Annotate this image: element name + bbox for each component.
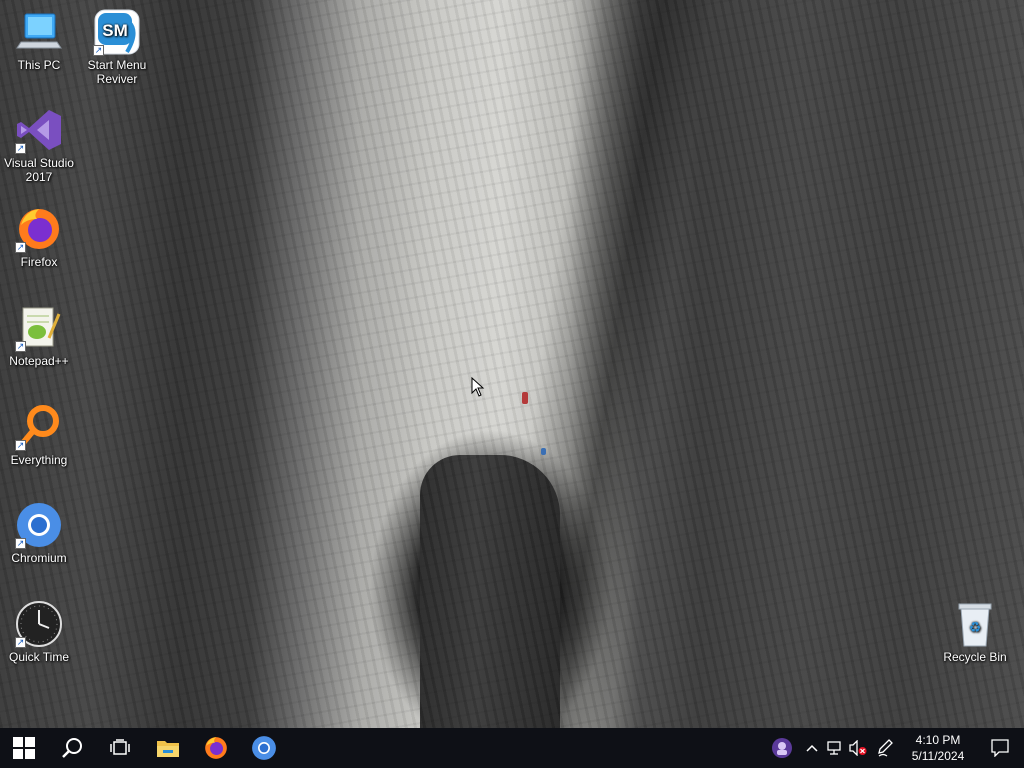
chromium-icon: [252, 736, 276, 760]
start-menu-reviver-badge: SM: [102, 21, 128, 40]
pen-icon: [878, 739, 893, 757]
wallpaper-climber: [541, 448, 546, 455]
app-tray-icon: [772, 738, 792, 758]
taskbar-clock[interactable]: 4:10 PM 5/11/2024: [900, 732, 976, 764]
shortcut-arrow-icon: ↗: [93, 45, 104, 56]
desktop-icon-label: Start Menu Reviver: [87, 58, 147, 86]
shortcut-arrow-icon: ↗: [15, 242, 26, 253]
shortcut-arrow-icon: ↗: [15, 637, 26, 648]
wallpaper-rock-texture: [0, 0, 1024, 728]
desktop-icon-this-pc[interactable]: This PC: [1, 8, 77, 72]
desktop-icon-start-menu-reviver[interactable]: SM ↗ Start Menu Reviver: [79, 8, 155, 86]
task-view-button[interactable]: [96, 728, 144, 768]
chromium-icon: ↗: [15, 501, 63, 549]
desktop-icon-notepad-plus-plus[interactable]: ↗ Notepad++: [1, 304, 77, 368]
start-menu-reviver-icon: SM ↗: [93, 8, 141, 56]
desktop-icon-label: Everything: [10, 453, 68, 467]
desktop-icon-quick-time[interactable]: ↗ Quick Time: [1, 600, 77, 664]
desktop-icon-everything[interactable]: ↗ Everything: [1, 403, 77, 467]
search-button[interactable]: [48, 728, 96, 768]
desktop-icon-visual-studio[interactable]: ↗ Visual Studio 2017: [1, 106, 77, 184]
task-view-icon: [110, 739, 130, 755]
shortcut-arrow-icon: ↗: [15, 143, 26, 154]
volume-button[interactable]: [846, 728, 870, 768]
shortcut-arrow-icon: ↗: [15, 440, 26, 451]
system-tray: 4:10 PM 5/11/2024: [762, 728, 1024, 768]
notepad-plus-plus-icon: ↗: [15, 304, 63, 352]
visual-studio-icon: ↗: [15, 106, 63, 154]
everything-search-icon: ↗: [15, 403, 63, 451]
firefox-icon: ↗: [15, 205, 63, 253]
clock-date: 5/11/2024: [911, 749, 965, 763]
quick-time-clock-icon: ↗: [15, 600, 63, 648]
taskbar-chromium[interactable]: [240, 728, 288, 768]
desktop-icon-label: Recycle Bin: [943, 650, 1007, 664]
this-pc-icon: [15, 8, 63, 56]
desktop-icon-firefox[interactable]: ↗ Firefox: [1, 205, 77, 269]
windows-start-icon: [13, 737, 35, 759]
desktop-icon-label: Chromium: [11, 551, 67, 565]
volume-muted-icon: [849, 740, 867, 756]
mouse-cursor-icon: [471, 376, 485, 402]
pen-workspace-button[interactable]: [870, 728, 900, 768]
tray-app-button[interactable]: [762, 728, 802, 768]
taskbar: 4:10 PM 5/11/2024: [0, 728, 1024, 768]
taskbar-file-explorer[interactable]: [144, 728, 192, 768]
desktop-icon-recycle-bin[interactable]: ♻ Recycle Bin: [937, 600, 1013, 664]
desktop-icon-label: Quick Time: [8, 650, 69, 664]
network-button[interactable]: [822, 728, 846, 768]
shortcut-arrow-icon: ↗: [15, 538, 26, 549]
show-hidden-icons-chevron: [806, 744, 818, 752]
recycle-bin-icon: ♻: [951, 600, 999, 648]
wallpaper-climber: [522, 392, 528, 404]
notification-icon: [991, 739, 1009, 757]
firefox-icon: [205, 737, 227, 759]
start-button[interactable]: [0, 728, 48, 768]
file-explorer-icon: [157, 741, 179, 757]
network-icon: [827, 741, 841, 755]
show-hidden-icons-button[interactable]: [802, 728, 822, 768]
desktop-icon-label: Firefox: [20, 255, 58, 269]
desktop-icon-label: This PC: [17, 58, 61, 72]
desktop-icon-chromium[interactable]: ↗ Chromium: [1, 501, 77, 565]
action-center-button[interactable]: [976, 728, 1024, 768]
desktop-icon-label: Notepad++: [9, 354, 69, 368]
clock-time: 4:10 PM: [915, 733, 961, 747]
search-icon: [62, 738, 82, 758]
shortcut-arrow-icon: ↗: [15, 341, 26, 352]
svg-text:♻: ♻: [969, 620, 982, 636]
taskbar-firefox[interactable]: [192, 728, 240, 768]
desktop-icon-label: Visual Studio 2017: [4, 156, 74, 184]
